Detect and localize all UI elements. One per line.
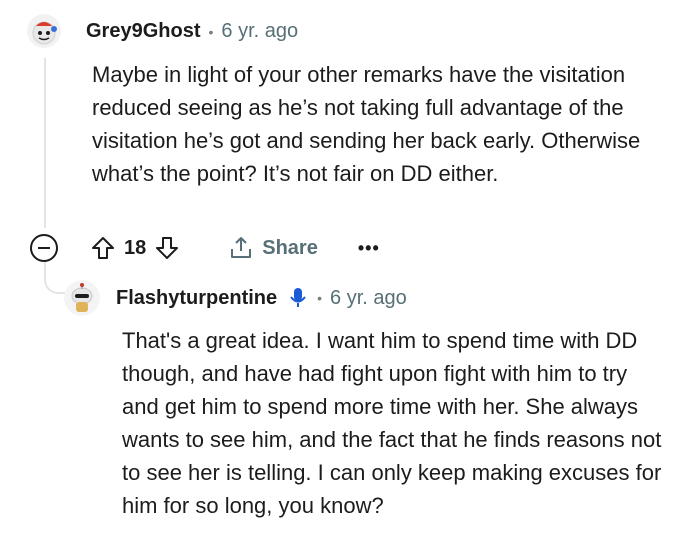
comment-2-body: That's a great idea. I want him to spend…	[122, 328, 662, 518]
comment-1-body: Maybe in light of your other remarks hav…	[92, 62, 641, 186]
timestamp[interactable]: 6 yr. ago	[330, 287, 407, 310]
username[interactable]: Grey9Ghost	[86, 20, 200, 43]
more-options-button[interactable]: •••	[358, 238, 380, 259]
meta-separator: •	[317, 290, 323, 306]
upvote-button[interactable]	[90, 235, 116, 261]
microphone-icon	[290, 288, 306, 307]
comment-2-meta: Flashyturpentine • 6 yr. ago	[116, 286, 407, 310]
comment-2-avatar[interactable]	[64, 280, 100, 316]
timestamp[interactable]: 6 yr. ago	[221, 20, 298, 43]
username[interactable]: Flashyturpentine	[116, 287, 277, 310]
comment-1-avatar[interactable]	[27, 14, 61, 48]
share-label: Share	[262, 236, 318, 259]
share-upload-icon	[231, 237, 252, 258]
vote-count: 18	[124, 236, 147, 259]
collapse-minus-icon	[38, 247, 50, 249]
comment-actions: 18 Share •••	[30, 230, 380, 266]
thread-line	[44, 58, 46, 228]
snoo-avatar-icon	[64, 280, 100, 316]
comment-1-meta: Grey9Ghost • 6 yr. ago	[86, 20, 298, 43]
share-button[interactable]: Share	[228, 235, 318, 261]
meta-separator: •	[208, 23, 214, 40]
collapse-button[interactable]	[30, 234, 58, 262]
snoo-avatar-icon	[27, 14, 61, 48]
reply-thread-elbow	[44, 262, 66, 294]
downvote-button[interactable]	[154, 235, 180, 261]
